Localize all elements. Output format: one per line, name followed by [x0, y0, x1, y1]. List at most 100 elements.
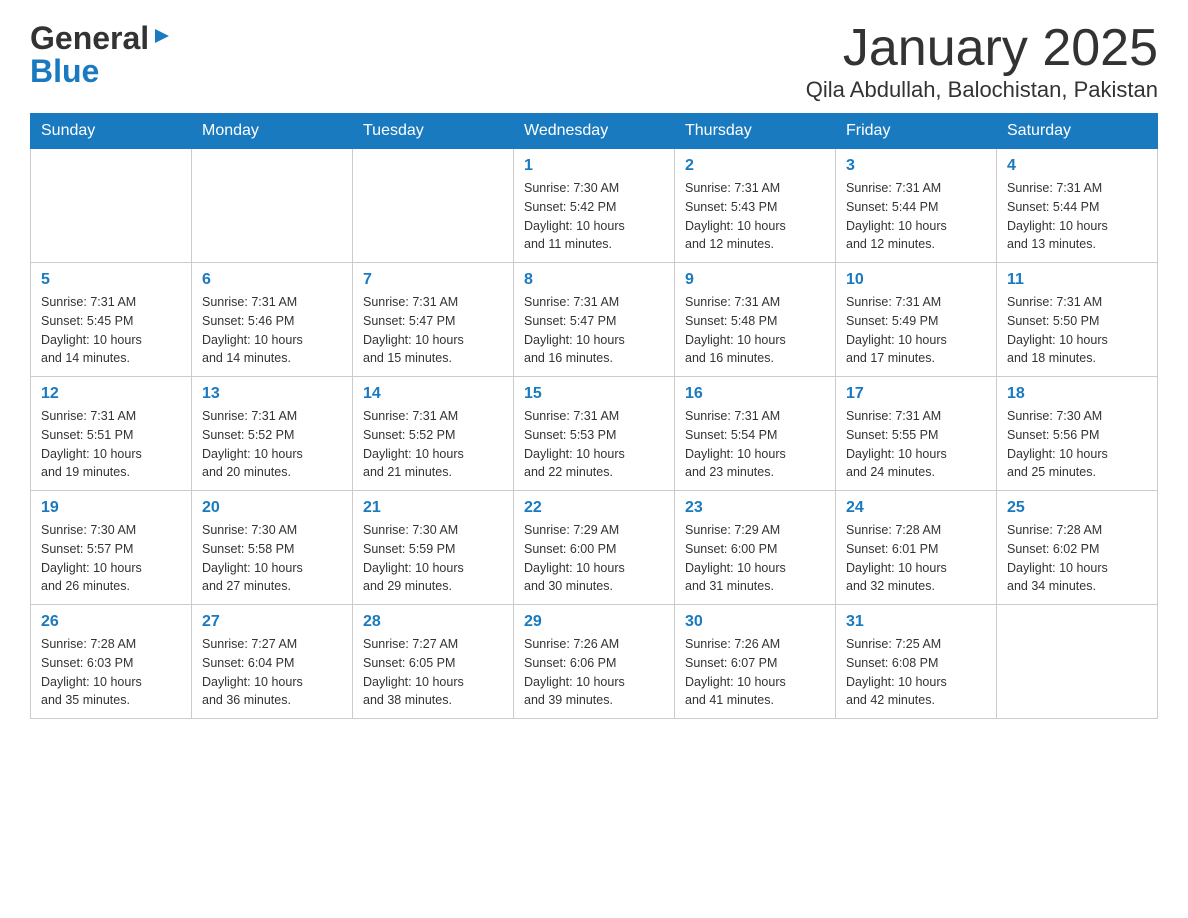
- day-number: 31: [846, 613, 986, 631]
- day-number: 28: [363, 613, 503, 631]
- day-info: Sunrise: 7:26 AM Sunset: 6:07 PM Dayligh…: [685, 635, 825, 710]
- day-info: Sunrise: 7:27 AM Sunset: 6:05 PM Dayligh…: [363, 635, 503, 710]
- calendar-cell: 18 Sunrise: 7:30 AM Sunset: 5:56 PM Dayli…: [997, 377, 1158, 491]
- calendar-cell: 16Sunrise: 7:31 AM Sunset: 5:54 PM Dayli…: [675, 377, 836, 491]
- day-info: Sunrise: 7:31 AM Sunset: 5:52 PM Dayligh…: [202, 407, 342, 482]
- calendar-week-row: 5 Sunrise: 7:31 AM Sunset: 5:45 PM Daylig…: [31, 263, 1158, 377]
- day-number: 8: [524, 271, 664, 289]
- day-info: Sunrise: 7:31 AM Sunset: 5:43 PM Dayligh…: [685, 179, 825, 254]
- calendar-cell: 20 Sunrise: 7:30 AM Sunset: 5:58 PM Dayli…: [192, 491, 353, 605]
- calendar-cell: 1 Sunrise: 7:30 AM Sunset: 5:42 PM Daylig…: [514, 149, 675, 263]
- day-info: Sunrise: 7:31 AM Sunset: 5:44 PM Dayligh…: [846, 179, 986, 254]
- day-number: 14: [363, 385, 503, 403]
- day-number: 20: [202, 499, 342, 517]
- calendar-cell: 24 Sunrise: 7:28 AM Sunset: 6:01 PM Dayli…: [836, 491, 997, 605]
- calendar-table: SundayMondayTuesdayWednesdayThursdayFrid…: [30, 113, 1158, 719]
- day-info: Sunrise: 7:30 AM Sunset: 5:57 PM Dayligh…: [41, 521, 181, 596]
- day-info: Sunrise: 7:31 AM Sunset: 5:47 PM Dayligh…: [524, 293, 664, 368]
- day-info: Sunrise: 7:31 AM Sunset: 5:44 PM Dayligh…: [1007, 179, 1147, 254]
- calendar-day-header: Sunday: [31, 114, 192, 149]
- day-info: Sunrise: 7:30 AM Sunset: 5:56 PM Dayligh…: [1007, 407, 1147, 482]
- day-info: Sunrise: 7:29 AM Sunset: 6:00 PM Dayligh…: [524, 521, 664, 596]
- calendar-cell: 7 Sunrise: 7:31 AM Sunset: 5:47 PM Daylig…: [353, 263, 514, 377]
- day-info: Sunrise: 7:31 AM Sunset: 5:55 PM Dayligh…: [846, 407, 986, 482]
- day-number: 2: [685, 157, 825, 175]
- logo-general-text: General: [30, 20, 149, 57]
- day-info: Sunrise: 7:31 AM Sunset: 5:54 PM Dayligh…: [685, 407, 825, 482]
- day-number: 30: [685, 613, 825, 631]
- calendar-cell: 10 Sunrise: 7:31 AM Sunset: 5:49 PM Dayli…: [836, 263, 997, 377]
- calendar-cell: 5 Sunrise: 7:31 AM Sunset: 5:45 PM Daylig…: [31, 263, 192, 377]
- day-number: 24: [846, 499, 986, 517]
- day-number: 9: [685, 271, 825, 289]
- day-info: Sunrise: 7:31 AM Sunset: 5:45 PM Dayligh…: [41, 293, 181, 368]
- day-info: Sunrise: 7:31 AM Sunset: 5:49 PM Dayligh…: [846, 293, 986, 368]
- calendar-cell: 14 Sunrise: 7:31 AM Sunset: 5:52 PM Dayli…: [353, 377, 514, 491]
- calendar-week-row: 19 Sunrise: 7:30 AM Sunset: 5:57 PM Dayli…: [31, 491, 1158, 605]
- calendar-cell: 21 Sunrise: 7:30 AM Sunset: 5:59 PM Dayli…: [353, 491, 514, 605]
- day-number: 12: [41, 385, 181, 403]
- day-number: 25: [1007, 499, 1147, 517]
- calendar-cell: 28 Sunrise: 7:27 AM Sunset: 6:05 PM Dayli…: [353, 605, 514, 719]
- location-subtitle: Qila Abdullah, Balochistan, Pakistan: [806, 77, 1158, 103]
- day-info: Sunrise: 7:25 AM Sunset: 6:08 PM Dayligh…: [846, 635, 986, 710]
- calendar-cell: 8 Sunrise: 7:31 AM Sunset: 5:47 PM Daylig…: [514, 263, 675, 377]
- calendar-week-row: 12 Sunrise: 7:31 AM Sunset: 5:51 PM Dayli…: [31, 377, 1158, 491]
- day-number: 10: [846, 271, 986, 289]
- day-info: Sunrise: 7:31 AM Sunset: 5:52 PM Dayligh…: [363, 407, 503, 482]
- month-title: January 2025: [806, 20, 1158, 77]
- calendar-day-header: Tuesday: [353, 114, 514, 149]
- page-header: General Blue January 2025 Qila Abdullah,…: [30, 20, 1158, 103]
- day-info: Sunrise: 7:30 AM Sunset: 5:58 PM Dayligh…: [202, 521, 342, 596]
- day-info: Sunrise: 7:31 AM Sunset: 5:46 PM Dayligh…: [202, 293, 342, 368]
- calendar-cell: 23Sunrise: 7:29 AM Sunset: 6:00 PM Dayli…: [675, 491, 836, 605]
- day-info: Sunrise: 7:30 AM Sunset: 5:59 PM Dayligh…: [363, 521, 503, 596]
- calendar-day-header: Thursday: [675, 114, 836, 149]
- day-number: 27: [202, 613, 342, 631]
- day-info: Sunrise: 7:30 AM Sunset: 5:42 PM Dayligh…: [524, 179, 664, 254]
- logo-arrow-icon: [151, 25, 173, 52]
- day-number: 7: [363, 271, 503, 289]
- calendar-cell: 12 Sunrise: 7:31 AM Sunset: 5:51 PM Dayli…: [31, 377, 192, 491]
- day-info: Sunrise: 7:31 AM Sunset: 5:53 PM Dayligh…: [524, 407, 664, 482]
- day-number: 13: [202, 385, 342, 403]
- calendar-cell: 11 Sunrise: 7:31 AM Sunset: 5:50 PM Dayli…: [997, 263, 1158, 377]
- day-number: 3: [846, 157, 986, 175]
- day-number: 22: [524, 499, 664, 517]
- day-info: Sunrise: 7:27 AM Sunset: 6:04 PM Dayligh…: [202, 635, 342, 710]
- day-info: Sunrise: 7:31 AM Sunset: 5:48 PM Dayligh…: [685, 293, 825, 368]
- day-number: 5: [41, 271, 181, 289]
- calendar-cell: 26Sunrise: 7:28 AM Sunset: 6:03 PM Dayli…: [31, 605, 192, 719]
- day-number: 6: [202, 271, 342, 289]
- calendar-cell: 9 Sunrise: 7:31 AM Sunset: 5:48 PM Daylig…: [675, 263, 836, 377]
- day-info: Sunrise: 7:31 AM Sunset: 5:50 PM Dayligh…: [1007, 293, 1147, 368]
- day-info: Sunrise: 7:28 AM Sunset: 6:03 PM Dayligh…: [41, 635, 181, 710]
- day-number: 23: [685, 499, 825, 517]
- calendar-cell: 27 Sunrise: 7:27 AM Sunset: 6:04 PM Dayli…: [192, 605, 353, 719]
- day-number: 18: [1007, 385, 1147, 403]
- calendar-cell: 13 Sunrise: 7:31 AM Sunset: 5:52 PM Dayli…: [192, 377, 353, 491]
- calendar-cell: 22 Sunrise: 7:29 AM Sunset: 6:00 PM Dayli…: [514, 491, 675, 605]
- calendar-cell: 30 Sunrise: 7:26 AM Sunset: 6:07 PM Dayli…: [675, 605, 836, 719]
- calendar-header-row: SundayMondayTuesdayWednesdayThursdayFrid…: [31, 114, 1158, 149]
- calendar-cell: 29Sunrise: 7:26 AM Sunset: 6:06 PM Dayli…: [514, 605, 675, 719]
- calendar-cell: 2 Sunrise: 7:31 AM Sunset: 5:43 PM Daylig…: [675, 149, 836, 263]
- day-info: Sunrise: 7:31 AM Sunset: 5:47 PM Dayligh…: [363, 293, 503, 368]
- day-info: Sunrise: 7:28 AM Sunset: 6:02 PM Dayligh…: [1007, 521, 1147, 596]
- day-number: 11: [1007, 271, 1147, 289]
- calendar-cell: 25 Sunrise: 7:28 AM Sunset: 6:02 PM Dayli…: [997, 491, 1158, 605]
- calendar-cell: [353, 149, 514, 263]
- day-number: 19: [41, 499, 181, 517]
- calendar-cell: 15Sunrise: 7:31 AM Sunset: 5:53 PM Dayli…: [514, 377, 675, 491]
- calendar-week-row: 1 Sunrise: 7:30 AM Sunset: 5:42 PM Daylig…: [31, 149, 1158, 263]
- calendar-week-row: 26Sunrise: 7:28 AM Sunset: 6:03 PM Dayli…: [31, 605, 1158, 719]
- calendar-cell: 4Sunrise: 7:31 AM Sunset: 5:44 PM Daylig…: [997, 149, 1158, 263]
- day-info: Sunrise: 7:31 AM Sunset: 5:51 PM Dayligh…: [41, 407, 181, 482]
- day-number: 1: [524, 157, 664, 175]
- calendar-day-header: Saturday: [997, 114, 1158, 149]
- day-number: 21: [363, 499, 503, 517]
- title-area: January 2025 Qila Abdullah, Balochistan,…: [806, 20, 1158, 103]
- calendar-cell: [31, 149, 192, 263]
- day-info: Sunrise: 7:28 AM Sunset: 6:01 PM Dayligh…: [846, 521, 986, 596]
- calendar-cell: [192, 149, 353, 263]
